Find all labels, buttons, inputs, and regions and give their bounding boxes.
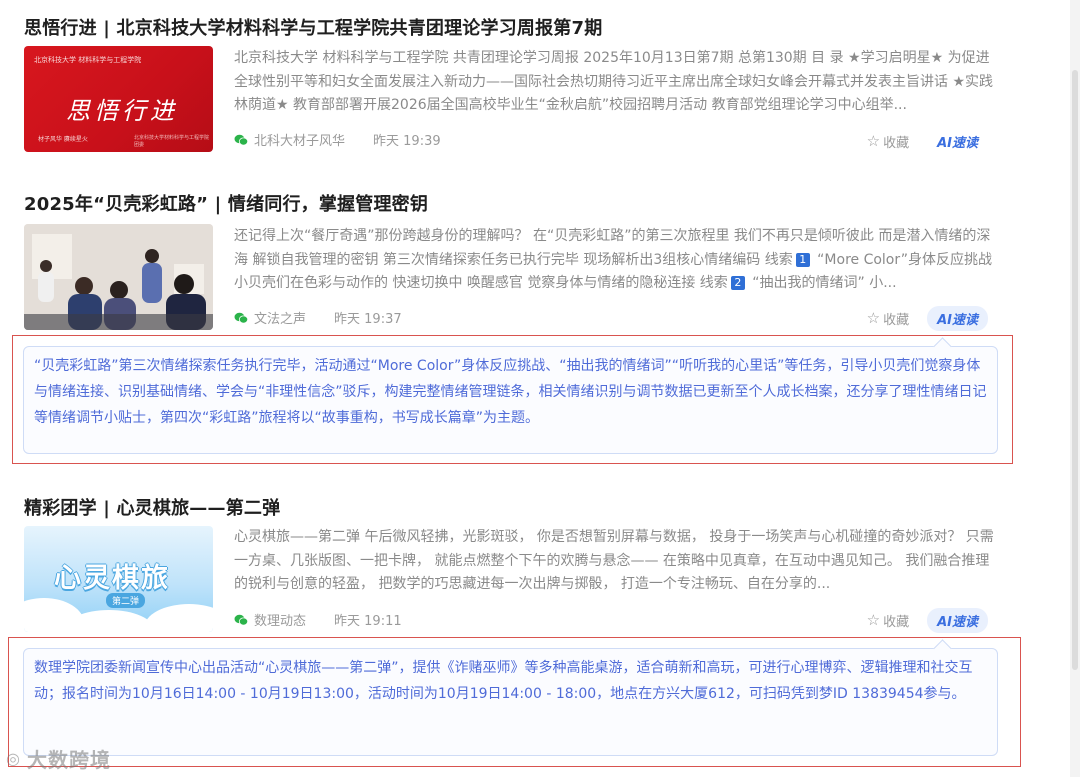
article-summary: 还记得上次“餐厅奇遇”那份跨越身份的理解吗？ 在“贝壳彩虹路”的第三次旅程里 我… xyxy=(234,225,998,297)
publish-time: 昨天 19:39 xyxy=(373,134,441,149)
scrollbar-thumb[interactable] xyxy=(1072,70,1078,670)
article-meta: 北科大材子风华 昨天 19:39 xyxy=(234,130,441,149)
thumbnail-slogan: 材子风华 赓续星火 xyxy=(38,136,88,143)
article-actions: ☆ 收藏 AI速读 xyxy=(867,129,988,154)
scrollbar[interactable] xyxy=(1070,0,1080,777)
article-meta: 数理动态 昨天 19:11 xyxy=(234,610,402,629)
article-source[interactable]: 文法之声 xyxy=(234,308,306,327)
article-title[interactable]: 精彩团学 | 心灵棋旅——第二弹 xyxy=(24,494,280,520)
publish-time: 昨天 19:37 xyxy=(334,312,402,327)
classroom-photo xyxy=(24,224,213,330)
article-summary: 心灵棋旅——第二弹 午后微风轻拂，光影斑驳， 你是否想暂别屏幕与数据， 投身于一… xyxy=(234,529,994,592)
article-actions: ☆ 收藏 AI速读 xyxy=(867,306,988,331)
thumbnail-title: 心灵棋旅 xyxy=(54,563,170,594)
wechat-icon xyxy=(234,134,248,145)
article-source[interactable]: 北科大材子风华 xyxy=(234,130,345,149)
wechat-icon xyxy=(234,312,248,323)
star-icon: ☆ xyxy=(866,132,881,150)
favorite-label: 收藏 xyxy=(883,615,910,630)
thumbnail-title: 思悟行进 xyxy=(66,97,178,125)
thumbnail-subtitle: 第二弹 xyxy=(106,593,146,608)
wechat-icon xyxy=(234,614,248,625)
clue-number-badge: 1 xyxy=(795,252,810,267)
favorite-button[interactable]: ☆ 收藏 xyxy=(866,132,910,152)
source-name: 数理动态 xyxy=(254,614,307,629)
article-thumbnail[interactable] xyxy=(24,224,213,330)
article-title[interactable]: 思悟行进 | 北京科技大学材料科学与工程学院共青团理论学习周报第7期 xyxy=(24,14,602,40)
article-actions: ☆ 收藏 AI速读 xyxy=(867,608,988,633)
article-summary: 北京科技大学 材料科学与工程学院 共青团理论学习周报 2025年10月13日第7… xyxy=(234,50,993,113)
clue-number-badge: 2 xyxy=(730,276,745,290)
article-meta: 文法之声 昨天 19:37 xyxy=(234,308,402,327)
ai-summary-card: “贝壳彩虹路”第三次情绪探索任务执行完毕，活动通过“More Color”身体反… xyxy=(23,337,998,454)
article-thumbnail[interactable]: 心灵棋旅 第二弹 xyxy=(24,526,213,632)
source-name: 文法之声 xyxy=(254,312,307,327)
favorite-button[interactable]: ☆ 收藏 xyxy=(866,309,910,329)
ai-quick-read-button[interactable]: AI速读 xyxy=(927,306,988,331)
watermark-text: 大数跨境 xyxy=(26,748,111,772)
article-source[interactable]: 数理动态 xyxy=(234,610,306,629)
star-icon: ☆ xyxy=(866,309,881,327)
favorite-button[interactable]: ☆ 收藏 xyxy=(866,611,910,631)
summary-text: “抽出我的情绪词” 小... xyxy=(747,275,897,291)
article-title[interactable]: 2025年“贝壳彩虹路” | 情绪同行，掌握管理密钥 xyxy=(24,190,428,216)
publish-time: 昨天 19:11 xyxy=(334,614,402,629)
star-icon: ☆ xyxy=(866,611,881,629)
ai-quick-read-button[interactable]: AI速读 xyxy=(927,129,988,154)
favorite-label: 收藏 xyxy=(883,136,910,151)
article-thumbnail[interactable]: 北京科技大学 材料科学与工程学院 思悟行进 材子风华 赓续星火 北京科技大学材料… xyxy=(24,46,213,152)
ai-summary-text: 数理学院团委新闻宣传中心出品活动“心灵棋旅——第二弹”，提供《诈赌巫师》等多种高… xyxy=(34,660,973,702)
watermark: ◎ 大数跨境 xyxy=(6,744,111,773)
ai-quick-read-button[interactable]: AI速读 xyxy=(927,608,988,633)
chat-bubble-icon: ◎ xyxy=(6,749,21,768)
ai-summary-card: 数理学院团委新闻宣传中心出品活动“心灵棋旅——第二弹”，提供《诈赌巫师》等多种高… xyxy=(23,639,998,756)
ai-summary-text: “贝壳彩虹路”第三次情绪探索任务执行完毕，活动通过“More Color”身体反… xyxy=(34,358,987,426)
favorite-label: 收藏 xyxy=(883,313,910,328)
thumbnail-caption: 北京科技大学 材料科学与工程学院 xyxy=(34,56,142,64)
thumbnail-org: 北京科技大学材料科学与工程学院团委 xyxy=(134,135,210,148)
source-name: 北科大材子风华 xyxy=(254,134,346,149)
